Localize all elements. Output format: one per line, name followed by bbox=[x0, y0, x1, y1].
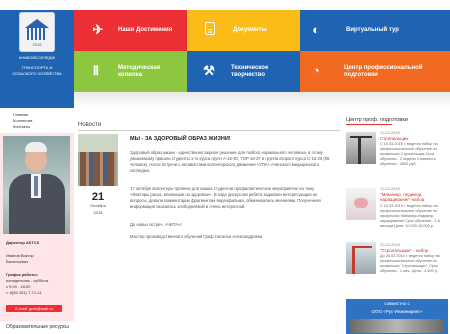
sidebar-links: Главная Коллектив Контакты bbox=[13, 112, 32, 130]
logo-year: 2016 bbox=[32, 42, 42, 47]
banner-line1: совместно с bbox=[384, 301, 410, 306]
news-thumbnail[interactable] bbox=[78, 134, 118, 186]
tile-achievements[interactable]: ✈ Наши Достижения bbox=[74, 10, 187, 51]
tile-shadow bbox=[74, 92, 450, 108]
crane-boom bbox=[350, 136, 372, 138]
news-divider bbox=[78, 130, 340, 131]
sidebar-header: 2016 #НИКОЙКОЛЛЕДЖ ТРАНСПОРТА И СЕЛЬСКОГ… bbox=[0, 10, 74, 108]
schedule-line2: с 9:00 - 18:00 bbox=[6, 284, 31, 289]
news-item-1-image[interactable] bbox=[346, 132, 376, 164]
tile-virtual-tour[interactable]: ◐ Виртуальный тур bbox=[300, 10, 450, 51]
tile-documents[interactable]: ≡ Документы bbox=[187, 10, 300, 51]
training-center-heading[interactable]: Центр проф. подготовки bbox=[346, 117, 408, 123]
tile-virtual-tour-label: Виртуальный тур bbox=[346, 27, 399, 33]
crane-icon bbox=[358, 136, 361, 164]
email-button[interactable]: E-mail: grob@mail.ru bbox=[6, 305, 62, 312]
news-item-2-image[interactable] bbox=[346, 188, 376, 220]
heading-underline bbox=[346, 124, 392, 125]
college-logo[interactable]: 2016 bbox=[19, 12, 55, 52]
news-heading: Новости bbox=[78, 122, 102, 128]
college-name-line1: #НИКОЙКОЛЛЕДЖ bbox=[19, 55, 55, 60]
news-date-month: Октября bbox=[90, 203, 106, 208]
article-title[interactable]: МЫ - ЗА ЗДОРОВЫЙ ОБРАЗ ЖИЗНИ! bbox=[130, 136, 231, 142]
news-item-3-image[interactable] bbox=[346, 242, 376, 274]
sidebar-link-contacts[interactable]: Контакты bbox=[13, 124, 32, 130]
books-icon: Ⅱ bbox=[92, 63, 100, 78]
nails-icon bbox=[354, 198, 368, 208]
globe-icon: ◐ bbox=[312, 22, 320, 37]
news-item-2-date: 11.03.2016 bbox=[380, 186, 400, 191]
photo-hair bbox=[25, 142, 47, 152]
schedule-heading: График работы: bbox=[6, 272, 39, 277]
news-item-1-text: С 10.03.2015 г. ведется набор на професс… bbox=[380, 142, 438, 166]
document-icon: ≡ bbox=[205, 22, 215, 36]
article-paragraph-3: До новых встреч, «ЧИТА»! bbox=[130, 222, 182, 227]
news-item-3-date: 20.02.2016 bbox=[380, 242, 401, 247]
news-date-day: 21 bbox=[91, 191, 105, 203]
article-paragraph-1: Здоровый образ жизни - единственно верно… bbox=[130, 150, 330, 173]
tile-technical-label: Техническое творчество bbox=[231, 64, 269, 78]
schedule-line1: понедельник - суббота bbox=[6, 278, 49, 283]
article-paragraph-2: 17 октября волонтеры провели для наших с… bbox=[130, 186, 321, 209]
thumbnail-people bbox=[80, 152, 116, 186]
thumbnail-bg bbox=[78, 134, 118, 152]
director-photo bbox=[3, 136, 70, 234]
news-item-2-title[interactable]: "Маникюр, педикюр, наращивание"-набор bbox=[380, 192, 446, 202]
rocket-icon: ✈ bbox=[92, 22, 104, 37]
photo-tie bbox=[34, 176, 38, 196]
tile-documents-label: Документы bbox=[233, 27, 267, 33]
news-item-3-text: До 25.02.2015 г. ведется набор на профес… bbox=[380, 254, 440, 273]
director-title: Директор АКТСХ bbox=[6, 240, 40, 245]
logo-roof-icon bbox=[25, 19, 49, 28]
crane-boom-2 bbox=[352, 246, 372, 248]
partner-banner[interactable]: совместно с ООО «Рус-Инжиниринг» bbox=[346, 299, 448, 334]
crane-icon-2 bbox=[352, 246, 355, 274]
educational-resources-heading[interactable]: Образовательные ресурсы bbox=[6, 324, 69, 330]
dashboard-icon: ◔ bbox=[312, 63, 320, 78]
banner-line2: ООО «Рус-Инжиниринг» bbox=[371, 309, 423, 314]
tile-methodical[interactable]: Ⅱ Методическая копилка bbox=[74, 51, 187, 92]
banner-image bbox=[350, 319, 444, 333]
director-name-2: Васильевич bbox=[6, 259, 29, 264]
tile-training-center-label: Центр профессиональной подготовки bbox=[344, 64, 423, 78]
college-name-line3: СЕЛЬСКОГО ХОЗЯЙСТВА bbox=[12, 71, 62, 76]
tile-methodical-label: Методическая копилка bbox=[118, 64, 161, 78]
tile-achievements-label: Наши Достижения bbox=[118, 27, 173, 33]
director-phone: т. 8(39-151) 7-71-11 bbox=[6, 290, 42, 295]
news-item-1-title[interactable]: Стропальщик bbox=[380, 136, 408, 141]
tile-technical[interactable]: ⚒ Техническое творчество bbox=[187, 51, 300, 92]
logo-columns-icon bbox=[27, 28, 47, 40]
tile-training-center[interactable]: ◔ Центр профессиональной подготовки bbox=[300, 51, 450, 92]
news-date-year: 2016 bbox=[93, 210, 103, 215]
article-paragraph-4: Мастер производственного обучения Граф Н… bbox=[130, 234, 263, 239]
director-name-1: Иванов Виктор bbox=[6, 253, 34, 258]
wrench-icon: ⚒ bbox=[203, 63, 215, 78]
news-item-2-text: С 10.03.2015 г. ведется набор на професс… bbox=[380, 204, 440, 228]
news-item-1-date: 11.03.2016 bbox=[380, 130, 400, 135]
news-item-3-title[interactable]: "Стропальщик" - набор bbox=[380, 248, 446, 253]
